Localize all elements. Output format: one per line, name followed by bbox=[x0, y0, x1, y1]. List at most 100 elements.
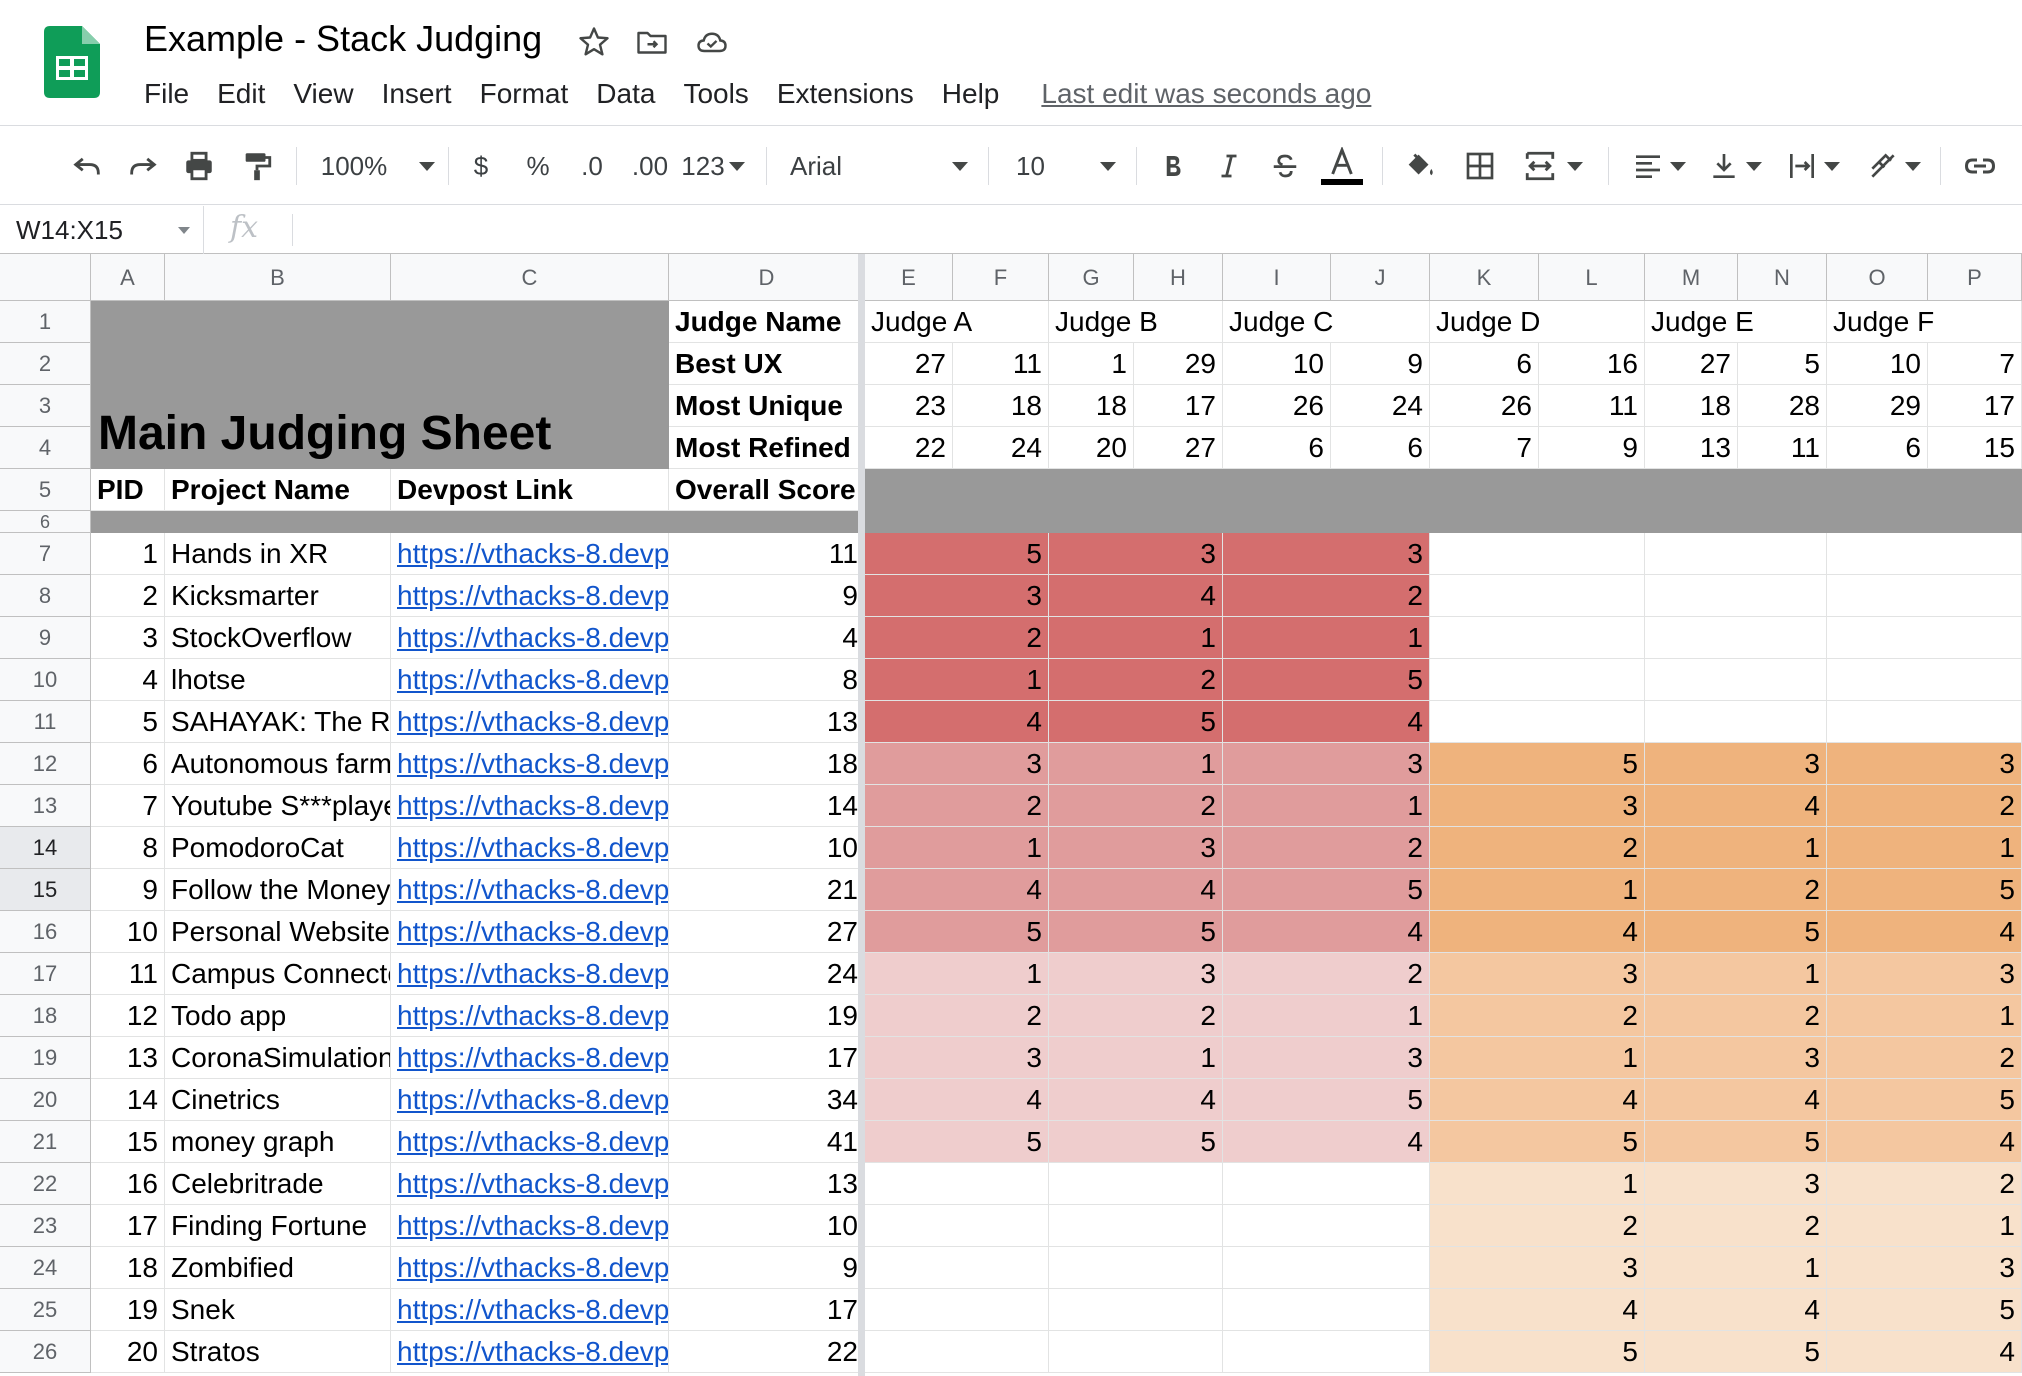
devpost-link[interactable]: https://vthacks-8.devpost.com bbox=[391, 827, 669, 869]
menu-help[interactable]: Help bbox=[928, 74, 1014, 114]
overall-score-cell[interactable]: 18 bbox=[669, 743, 865, 785]
most-refined-count[interactable]: 15 bbox=[1928, 427, 2022, 469]
judge-score-cell[interactable]: 3 bbox=[1430, 1247, 1645, 1289]
pid-cell[interactable]: 1 bbox=[91, 533, 165, 575]
judge-score-cell[interactable]: 4 bbox=[1049, 1079, 1223, 1121]
judge-score-cell[interactable] bbox=[1827, 533, 2022, 575]
column-header-k[interactable]: K bbox=[1430, 254, 1539, 301]
pid-cell[interactable]: 19 bbox=[91, 1289, 165, 1331]
percent-format-button[interactable]: % bbox=[518, 127, 558, 205]
judge-score-cell[interactable]: 4 bbox=[1827, 1121, 2022, 1163]
row-header-22[interactable]: 22 bbox=[0, 1163, 91, 1205]
best-ux-count[interactable]: 16 bbox=[1539, 343, 1645, 385]
judge-name-cell[interactable]: Judge F bbox=[1827, 301, 2022, 343]
most-unique-count[interactable]: 26 bbox=[1430, 385, 1539, 427]
judge-score-cell[interactable] bbox=[865, 1163, 1049, 1205]
project-name-cell[interactable]: Zombified bbox=[165, 1247, 391, 1289]
most-refined-count[interactable]: 9 bbox=[1539, 427, 1645, 469]
decrease-decimal-button[interactable]: .0 bbox=[572, 127, 612, 205]
judge-score-cell[interactable] bbox=[1827, 575, 2022, 617]
sheet-title[interactable]: Main Judging Sheet bbox=[98, 406, 551, 461]
header-label[interactable]: Most Unique bbox=[669, 385, 865, 427]
judge-score-cell[interactable]: 1 bbox=[1827, 827, 2022, 869]
best-ux-count[interactable]: 7 bbox=[1928, 343, 2022, 385]
judge-score-cell[interactable]: 3 bbox=[1827, 743, 2022, 785]
document-title[interactable]: Example - Stack Judging bbox=[144, 18, 542, 60]
judge-score-cell[interactable]: 2 bbox=[1430, 1205, 1645, 1247]
most-refined-count[interactable]: 20 bbox=[1049, 427, 1134, 469]
row-header-19[interactable]: 19 bbox=[0, 1037, 91, 1079]
currency-format-button[interactable]: $ bbox=[464, 127, 498, 205]
judge-score-cell[interactable]: 2 bbox=[1049, 659, 1223, 701]
judge-score-cell[interactable]: 4 bbox=[1430, 911, 1645, 953]
pid-cell[interactable]: 7 bbox=[91, 785, 165, 827]
judge-name-cell[interactable]: Judge D bbox=[1430, 301, 1645, 343]
most-refined-count[interactable]: 6 bbox=[1331, 427, 1430, 469]
devpost-link[interactable]: https://vthacks-8.devpost.com bbox=[391, 701, 669, 743]
devpost-link[interactable]: https://vthacks-8.devpost.com bbox=[391, 953, 669, 995]
project-name-cell[interactable]: Hands in XR bbox=[165, 533, 391, 575]
judge-score-cell[interactable]: 4 bbox=[1049, 869, 1223, 911]
judge-score-cell[interactable]: 5 bbox=[865, 533, 1049, 575]
redo-icon[interactable] bbox=[122, 127, 164, 205]
most-unique-count[interactable]: 23 bbox=[865, 385, 953, 427]
best-ux-count[interactable]: 5 bbox=[1738, 343, 1827, 385]
star-icon[interactable] bbox=[576, 24, 612, 60]
overall-score-cell[interactable]: 27 bbox=[669, 911, 865, 953]
row-header-17[interactable]: 17 bbox=[0, 953, 91, 995]
row-header-12[interactable]: 12 bbox=[0, 743, 91, 785]
column-header-i[interactable]: I bbox=[1223, 254, 1331, 301]
select-all-corner[interactable] bbox=[0, 254, 91, 301]
judge-score-cell[interactable]: 2 bbox=[1223, 575, 1430, 617]
overall-score-cell[interactable]: 8 bbox=[669, 659, 865, 701]
pid-cell[interactable]: 13 bbox=[91, 1037, 165, 1079]
text-wrapping-icon[interactable] bbox=[1782, 127, 1844, 205]
pid-cell[interactable]: 12 bbox=[91, 995, 165, 1037]
overall-score-cell[interactable]: 17 bbox=[669, 1289, 865, 1331]
judge-score-cell[interactable]: 2 bbox=[1430, 827, 1645, 869]
judge-score-cell[interactable]: 5 bbox=[1827, 1079, 2022, 1121]
project-name-cell[interactable]: Kicksmarter bbox=[165, 575, 391, 617]
most-refined-count[interactable]: 6 bbox=[1827, 427, 1928, 469]
project-name-cell[interactable]: Todo app bbox=[165, 995, 391, 1037]
pid-cell[interactable]: 11 bbox=[91, 953, 165, 995]
best-ux-count[interactable]: 11 bbox=[953, 343, 1049, 385]
overall-score-cell[interactable]: 34 bbox=[669, 1079, 865, 1121]
judge-score-cell[interactable]: 4 bbox=[1223, 911, 1430, 953]
judge-score-cell[interactable] bbox=[1223, 1247, 1430, 1289]
judge-score-cell[interactable]: 4 bbox=[1827, 1331, 2022, 1373]
judge-score-cell[interactable] bbox=[1049, 1205, 1223, 1247]
pid-header[interactable]: PID bbox=[91, 469, 165, 511]
judge-score-cell[interactable] bbox=[1645, 617, 1827, 659]
move-to-folder-icon[interactable] bbox=[634, 24, 670, 60]
judge-score-cell[interactable]: 4 bbox=[1223, 1121, 1430, 1163]
row-header-11[interactable]: 11 bbox=[0, 701, 91, 743]
row-header-8[interactable]: 8 bbox=[0, 575, 91, 617]
borders-icon[interactable] bbox=[1458, 127, 1502, 205]
devpost-link[interactable]: https://vthacks-8.devpost.com bbox=[391, 1331, 669, 1373]
judge-score-cell[interactable]: 2 bbox=[1645, 995, 1827, 1037]
most-refined-count[interactable]: 24 bbox=[953, 427, 1049, 469]
header-label[interactable]: Most Refined bbox=[669, 427, 865, 469]
project-name-cell[interactable]: Personal Website bbox=[165, 911, 391, 953]
judge-score-cell[interactable] bbox=[1645, 659, 1827, 701]
judge-score-cell[interactable]: 1 bbox=[1430, 869, 1645, 911]
judge-score-cell[interactable]: 2 bbox=[1827, 1037, 2022, 1079]
devpost-link[interactable]: https://vthacks-8.devpost.com bbox=[391, 1247, 669, 1289]
menu-insert[interactable]: Insert bbox=[368, 74, 466, 114]
devpost-link[interactable]: https://vthacks-8.devpost.com bbox=[391, 911, 669, 953]
judge-score-cell[interactable]: 2 bbox=[1645, 869, 1827, 911]
judge-score-cell[interactable]: 1 bbox=[865, 827, 1049, 869]
judge-score-cell[interactable]: 1 bbox=[1223, 617, 1430, 659]
judge-score-cell[interactable]: 3 bbox=[1049, 533, 1223, 575]
column-header-c[interactable]: C bbox=[391, 254, 669, 301]
judge-score-cell[interactable] bbox=[865, 1289, 1049, 1331]
best-ux-count[interactable]: 29 bbox=[1134, 343, 1223, 385]
row-header-9[interactable]: 9 bbox=[0, 617, 91, 659]
judge-score-cell[interactable]: 5 bbox=[1645, 1121, 1827, 1163]
header-label[interactable]: Judge Name bbox=[669, 301, 865, 343]
menu-edit[interactable]: Edit bbox=[203, 74, 279, 114]
best-ux-count[interactable]: 6 bbox=[1430, 343, 1539, 385]
judge-score-cell[interactable]: 3 bbox=[1645, 743, 1827, 785]
pid-cell[interactable]: 4 bbox=[91, 659, 165, 701]
